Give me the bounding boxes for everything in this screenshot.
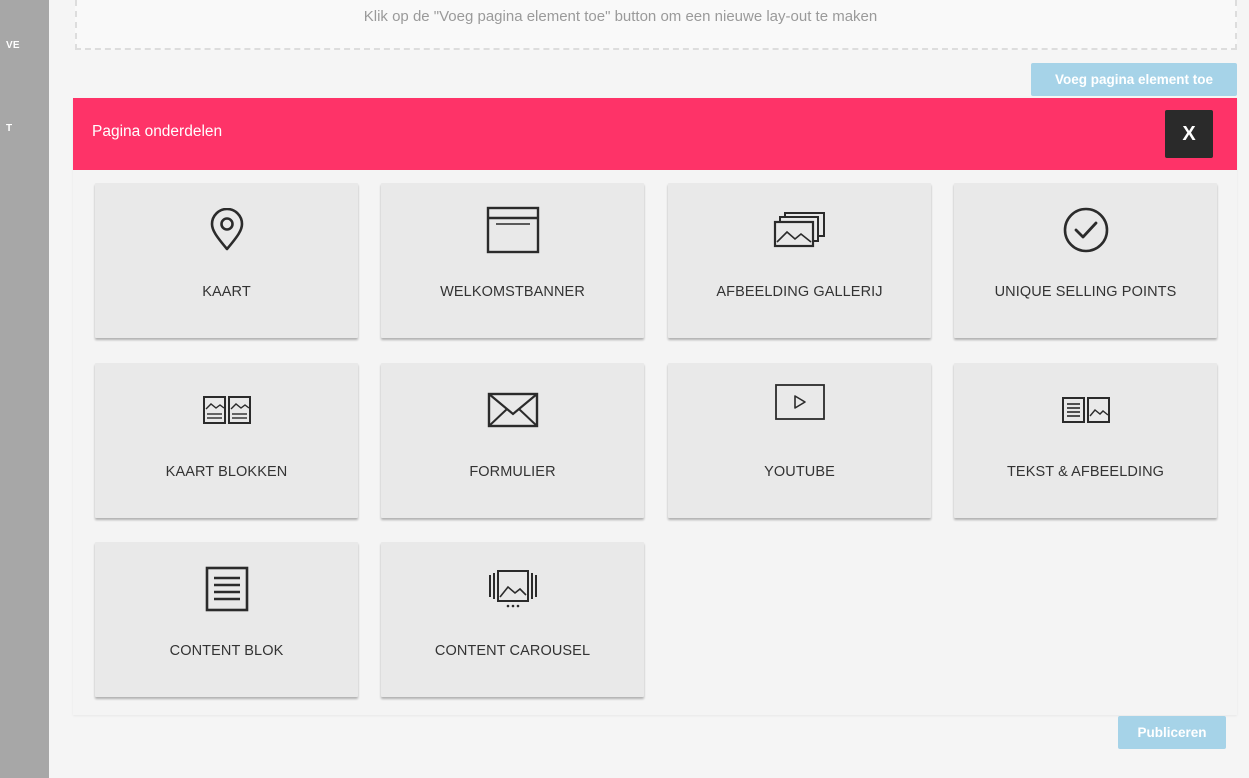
tile-kaart-blokken[interactable]: KAART BLOKKEN: [95, 363, 358, 518]
panel-header: Pagina onderdelen X: [73, 98, 1237, 170]
tile-content-carousel[interactable]: CONTENT CAROUSEL: [381, 542, 644, 697]
banner-icon: [381, 201, 644, 259]
tile-label: AFBEELDING GALLERIJ: [716, 284, 883, 300]
tile-welkomstbanner[interactable]: WELKOMSTBANNER: [381, 183, 644, 338]
tile-kaart[interactable]: KAART: [95, 183, 358, 338]
tile-youtube[interactable]: YOUTUBE: [668, 363, 931, 518]
map-pin-icon: [95, 201, 358, 259]
tile-label: KAART BLOKKEN: [165, 464, 288, 480]
tile-label: KAART: [202, 284, 251, 300]
panel-title: Pagina onderdelen: [92, 123, 223, 140]
tile-label: WELKOMSTBANNER: [440, 284, 585, 300]
add-page-element-button[interactable]: Voeg pagina element toe: [1031, 63, 1237, 96]
tile-label: UNIQUE SELLING POINTS: [994, 284, 1177, 300]
tile-tekst-afbeelding[interactable]: TEKST & AFBEELDING: [954, 363, 1217, 518]
text-image-icon: [954, 381, 1217, 439]
tile-label: CONTENT CAROUSEL: [434, 643, 591, 659]
tile-label: TEKST & AFBEELDING: [1006, 464, 1165, 480]
content-block-icon: [95, 560, 358, 618]
check-circle-icon: [954, 201, 1217, 259]
tile-label: FORMULIER: [469, 464, 556, 480]
tile-label: CONTENT BLOK: [169, 643, 284, 659]
play-icon: [668, 373, 931, 431]
sidebar-label-layout[interactable]: T: [0, 123, 49, 134]
close-panel-button[interactable]: X: [1165, 110, 1213, 158]
image-gallery-icon: [668, 201, 931, 259]
layout-dropzone: Klik op de "Voeg pagina element toe" but…: [75, 0, 1237, 50]
tile-content-blok[interactable]: CONTENT BLOK: [95, 542, 358, 697]
page-components-panel: Pagina onderdelen X KAART WELKOMSTBANNER: [73, 98, 1237, 715]
carousel-icon: [381, 560, 644, 618]
envelope-icon: [381, 381, 644, 439]
left-sidebar: VE T: [0, 0, 49, 778]
tile-formulier[interactable]: FORMULIER: [381, 363, 644, 518]
dropzone-hint: Klik op de "Voeg pagina element toe" but…: [363, 8, 878, 25]
publish-button[interactable]: Publiceren: [1118, 716, 1226, 749]
tile-afbeelding-gallerij[interactable]: AFBEELDING GALLERIJ: [668, 183, 931, 338]
tile-label: YOUTUBE: [764, 464, 835, 480]
card-blocks-icon: [95, 381, 358, 439]
tile-unique-selling-points[interactable]: UNIQUE SELLING POINTS: [954, 183, 1217, 338]
sidebar-label-save[interactable]: VE: [0, 40, 49, 51]
